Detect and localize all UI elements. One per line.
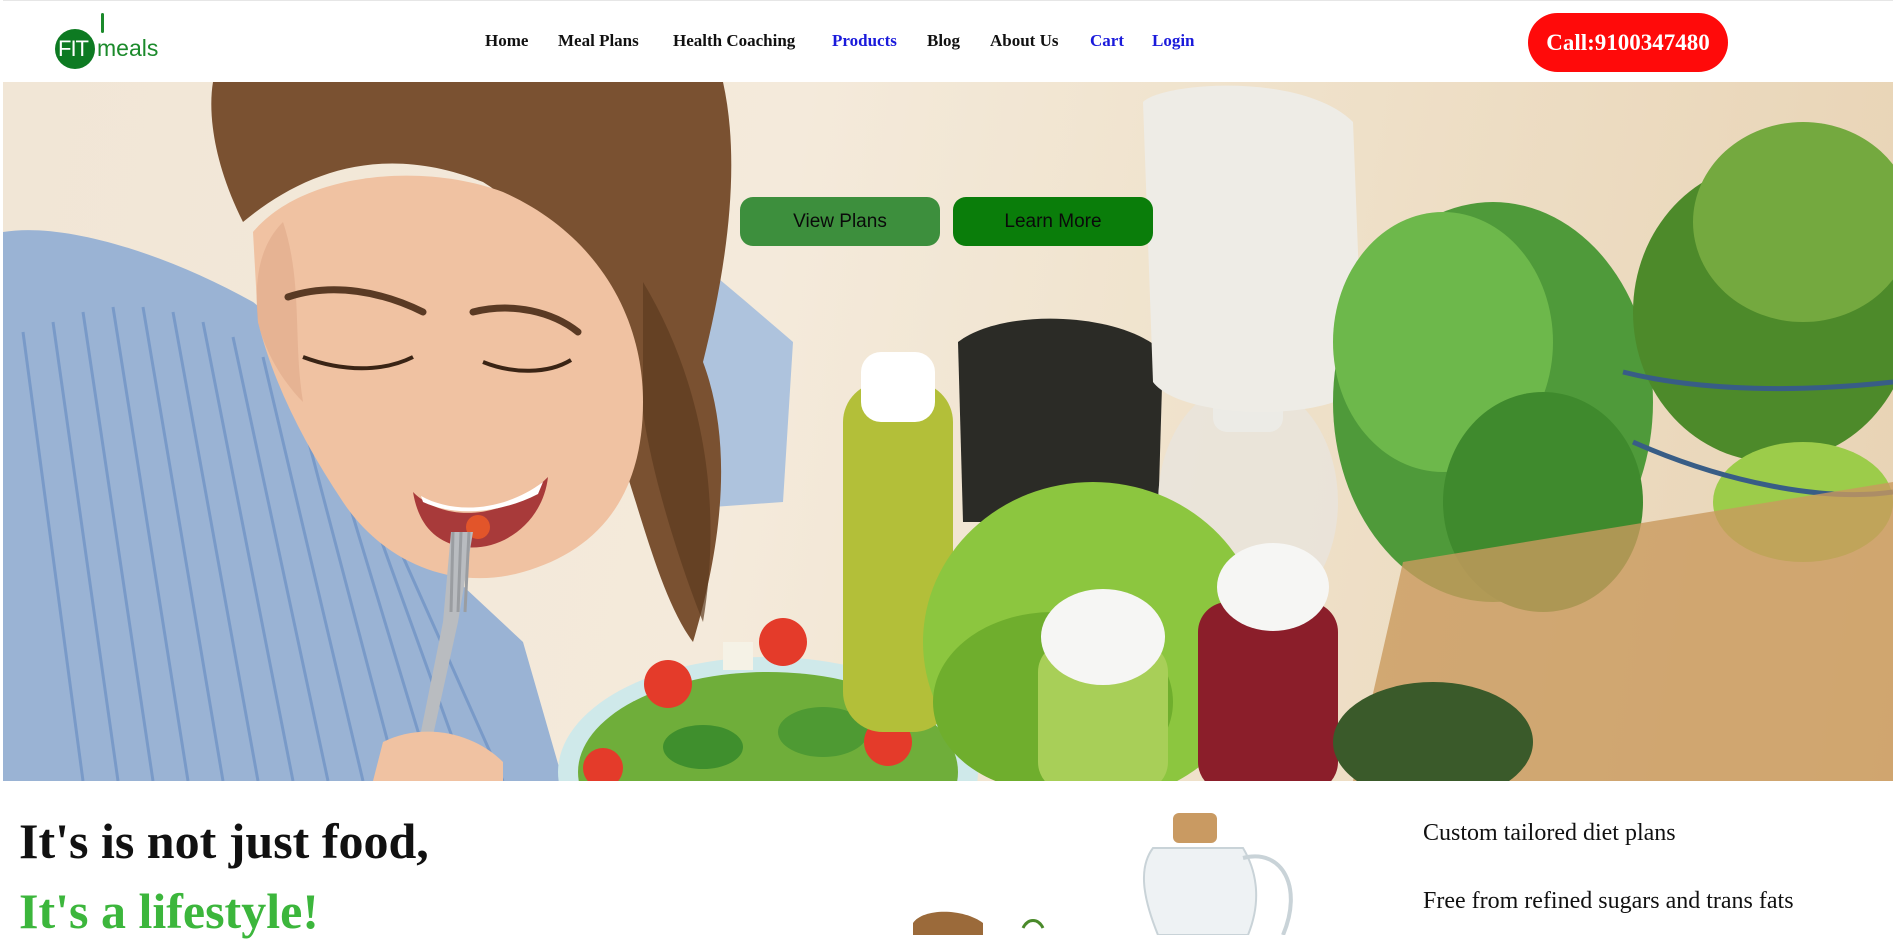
nav-login[interactable]: Login (1152, 31, 1195, 51)
nav-about-us[interactable]: About Us (990, 31, 1059, 51)
nav-products[interactable]: Products (832, 31, 897, 51)
page: FIT meals Home Meal Plans Health Coachin… (3, 0, 1893, 939)
headline-line-1: It's is not just food, (19, 813, 429, 869)
learn-more-button[interactable]: Learn More (953, 197, 1153, 246)
hero-photo (3, 82, 1893, 781)
site-logo[interactable]: FIT meals (55, 13, 165, 73)
hero-banner: View Plans Learn More (3, 82, 1893, 781)
headline-line-2: It's a lifestyle! (19, 883, 319, 939)
view-plans-button[interactable]: View Plans (740, 197, 940, 246)
feature-item: Custom tailored diet plans (1423, 820, 1676, 846)
nav-health-coaching[interactable]: Health Coaching (673, 31, 795, 51)
products-illustration (913, 813, 1293, 935)
nav-home[interactable]: Home (485, 31, 528, 51)
call-button[interactable]: Call:9100347480 (1528, 13, 1728, 72)
nav-cart[interactable]: Cart (1090, 31, 1124, 51)
fork-icon (101, 13, 104, 33)
site-header: FIT meals Home Meal Plans Health Coachin… (3, 0, 1893, 83)
feature-item: Free from refined sugars and trans fats (1423, 888, 1794, 914)
logo-text-fit: FIT (58, 36, 89, 61)
nav-blog[interactable]: Blog (927, 31, 960, 51)
nav-meal-plans[interactable]: Meal Plans (558, 31, 639, 51)
logo-text-meals: meals (97, 35, 159, 61)
